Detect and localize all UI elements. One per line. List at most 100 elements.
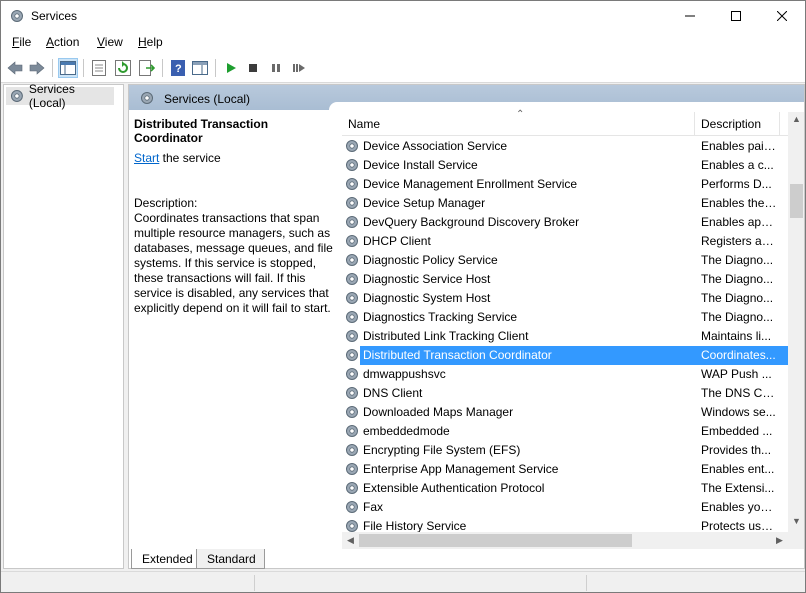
show-hide-console-tree-button[interactable] <box>58 58 78 78</box>
table-row[interactable]: Extensible Authentication Protocol The Ex… <box>342 479 788 498</box>
scroll-down-arrow-icon[interactable]: ▼ <box>788 516 804 526</box>
sort-ascending-icon: ⌃ <box>516 109 525 120</box>
refresh-button[interactable] <box>113 58 133 78</box>
show-hide-action-pane-icon <box>192 61 208 75</box>
vertical-scrollbar[interactable]: ▲ ▼ <box>788 112 804 549</box>
service-gear-icon <box>346 444 358 456</box>
table-row[interactable]: Distributed Link Tracking Client Maintain… <box>342 327 788 346</box>
export-list-button[interactable] <box>137 58 157 78</box>
minimize-button[interactable] <box>667 1 713 31</box>
menu-view-mnemonic: V <box>97 35 105 49</box>
service-gear-icon <box>346 254 358 266</box>
scroll-up-arrow-icon[interactable]: ▲ <box>788 114 804 124</box>
services-rows: Device Association Service Enables pair..… <box>342 137 788 547</box>
service-gear-icon <box>346 482 358 494</box>
service-description: Enables pair... <box>701 139 777 153</box>
table-row[interactable]: Device Management Enrollment Service Perf… <box>342 175 788 194</box>
service-description: The DNS Cli... <box>701 386 777 400</box>
description-text: Coordinates transactions that span multi… <box>134 211 333 315</box>
table-row[interactable]: Downloaded Maps Manager Windows se... <box>342 403 788 422</box>
service-description: The Diagno... <box>701 253 774 267</box>
close-icon <box>777 11 787 21</box>
service-gear-icon <box>346 406 358 418</box>
menu-help[interactable]: Help <box>138 35 163 49</box>
service-gear-icon <box>346 501 358 513</box>
service-name: DNS Client <box>363 386 423 400</box>
view-tabs: Extended Standard <box>128 549 805 571</box>
tree-item-services-local[interactable]: Services (Local) <box>6 82 114 110</box>
menu-view[interactable]: View <box>97 35 123 49</box>
start-service-link[interactable]: Start <box>134 151 159 165</box>
properties-button[interactable] <box>89 58 109 78</box>
horizontal-scrollbar[interactable]: ◀ ▶ <box>342 532 788 549</box>
scroll-right-arrow-icon[interactable]: ▶ <box>771 535 788 546</box>
forward-icon <box>29 61 45 75</box>
menu-help-rest: elp <box>146 35 163 49</box>
back-button[interactable] <box>5 58 25 78</box>
table-row[interactable]: DHCP Client Registers an... <box>342 232 788 251</box>
table-row[interactable]: Fax Enables you... <box>342 498 788 517</box>
service-gear-icon <box>346 311 358 323</box>
tab-extended[interactable]: Extended <box>131 549 202 569</box>
minimize-icon <box>685 15 695 17</box>
services-gear-icon <box>11 10 23 22</box>
pane-header-title: Services (Local) <box>164 92 251 106</box>
service-description: Embedded ... <box>701 424 773 438</box>
horizontal-scroll-thumb[interactable] <box>359 534 632 547</box>
tab-standard[interactable]: Standard <box>196 549 265 569</box>
vertical-scroll-thumb[interactable] <box>790 184 803 218</box>
service-name: embeddedmode <box>363 424 450 438</box>
table-row[interactable]: Device Install Service Enables a c... <box>342 156 788 175</box>
stop-service-icon <box>249 64 257 72</box>
table-row[interactable]: DNS Client The DNS Cli... <box>342 384 788 403</box>
extended-details-panel: Distributed Transaction Coordinator Star… <box>134 117 334 315</box>
scroll-left-arrow-icon[interactable]: ◀ <box>342 535 359 546</box>
properties-icon <box>92 60 106 76</box>
menu-file[interactable]: File <box>12 35 31 49</box>
start-suffix: the service <box>159 151 221 165</box>
table-row[interactable]: DevQuery Background Discovery Broker Enab… <box>342 213 788 232</box>
column-header-name[interactable]: Name <box>348 117 380 131</box>
table-row[interactable]: dmwappushsvc WAP Push ... <box>342 365 788 384</box>
service-gear-icon <box>346 292 358 304</box>
table-row[interactable]: Diagnostics Tracking Service The Diagno..… <box>342 308 788 327</box>
service-name: Device Association Service <box>363 139 508 153</box>
start-service-button[interactable] <box>221 58 241 78</box>
service-name: Diagnostic Service Host <box>363 272 491 286</box>
description-label: Description: <box>134 196 198 210</box>
help-button[interactable]: ? <box>168 58 188 78</box>
show-hide-action-pane-button[interactable] <box>190 58 210 78</box>
column-divider[interactable] <box>694 112 695 136</box>
table-row[interactable]: Enterprise App Management Service Enables… <box>342 460 788 479</box>
pause-service-button[interactable] <box>266 58 286 78</box>
svg-text:?: ? <box>175 63 182 75</box>
service-name: Distributed Link Tracking Client <box>363 329 529 343</box>
table-row[interactable]: Device Association Service Enables pair..… <box>342 137 788 156</box>
column-divider[interactable] <box>779 112 780 136</box>
service-name: Fax <box>363 500 384 514</box>
maximize-icon <box>731 11 741 21</box>
service-name: Device Management Enrollment Service <box>363 177 578 191</box>
table-row[interactable]: Encrypting File System (EFS) Provides th.… <box>342 441 788 460</box>
table-row[interactable]: Diagnostic Policy Service The Diagno... <box>342 251 788 270</box>
export-list-icon <box>139 60 155 76</box>
column-header-description[interactable]: Description <box>701 117 761 131</box>
service-description: Maintains li... <box>701 329 772 343</box>
services-gear-icon <box>10 90 23 102</box>
service-gear-icon <box>346 159 358 171</box>
toolbar: ? <box>1 53 805 83</box>
close-button[interactable] <box>759 1 805 31</box>
table-row[interactable]: embeddedmode Embedded ... <box>342 422 788 441</box>
start-service-icon <box>227 63 236 73</box>
table-row[interactable]: Diagnostic System Host The Diagno... <box>342 289 788 308</box>
maximize-button[interactable] <box>713 1 759 31</box>
table-row[interactable]: Distributed Transaction Coordinator Coord… <box>342 346 788 365</box>
service-gear-icon <box>346 235 358 247</box>
menu-action[interactable]: Action <box>46 35 79 49</box>
table-row[interactable]: Diagnostic Service Host The Diagno... <box>342 270 788 289</box>
table-row[interactable]: Device Setup Manager Enables the ... <box>342 194 788 213</box>
stop-service-button[interactable] <box>243 58 263 78</box>
forward-button[interactable] <box>27 58 47 78</box>
restart-service-button[interactable] <box>289 58 309 78</box>
menu-action-rest: ction <box>54 35 80 49</box>
